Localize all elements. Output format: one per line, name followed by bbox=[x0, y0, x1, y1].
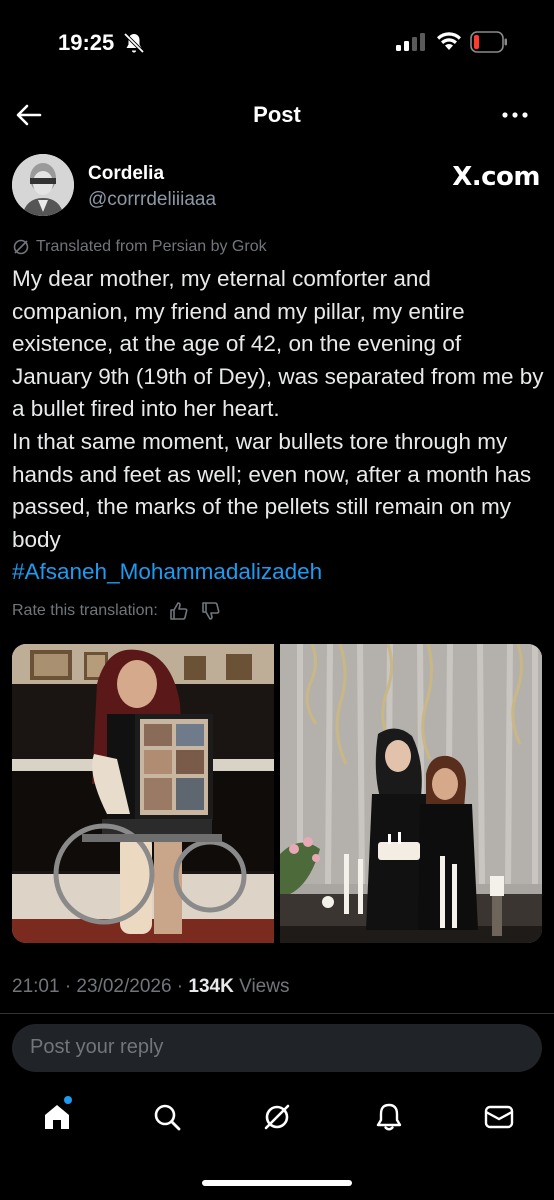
home-icon bbox=[45, 1105, 69, 1129]
post-meta: 21:01 · 23/02/2026 · 134K Views bbox=[12, 976, 289, 998]
reply-box[interactable] bbox=[12, 1024, 542, 1072]
wifi-icon bbox=[437, 32, 461, 50]
photo-mother-daughter-cake[interactable] bbox=[280, 644, 542, 943]
nav-bar: Post bbox=[0, 88, 554, 142]
views-label: Views bbox=[233, 976, 290, 997]
translation-note-text: Translated from Persian by Grok bbox=[36, 238, 267, 255]
thumbs-up-icon[interactable] bbox=[168, 600, 190, 622]
author-name[interactable]: Cordelia bbox=[88, 163, 164, 185]
tab-search[interactable] bbox=[150, 1100, 184, 1134]
grok-icon bbox=[264, 1104, 290, 1130]
status-time: 19:25 bbox=[58, 30, 115, 55]
battery-icon bbox=[470, 31, 507, 53]
tab-home[interactable] bbox=[40, 1100, 74, 1134]
bell-slash-icon bbox=[123, 32, 145, 54]
avatar[interactable] bbox=[12, 154, 74, 216]
divider bbox=[0, 1013, 554, 1014]
hashtag-link[interactable]: #Afsaneh_Mohammadalizadeh bbox=[12, 556, 544, 589]
rate-translation-label: Rate this translation: bbox=[12, 602, 158, 619]
notification-dot bbox=[64, 1096, 72, 1104]
home-indicator bbox=[202, 1180, 352, 1186]
more-options-icon[interactable] bbox=[500, 103, 530, 127]
tab-messages[interactable] bbox=[482, 1100, 516, 1134]
xcom-watermark: X.com bbox=[452, 162, 540, 192]
post-author: Cordelia @corrrdeliiiaaa X.com bbox=[12, 154, 542, 218]
reply-input[interactable] bbox=[30, 1036, 510, 1059]
grok-icon bbox=[13, 239, 29, 255]
signal-icon bbox=[396, 33, 425, 51]
bell-icon bbox=[376, 1103, 402, 1131]
page-title: Post bbox=[253, 102, 301, 127]
tab-grok[interactable] bbox=[260, 1100, 294, 1134]
status-bar: 19:25 bbox=[0, 0, 554, 86]
photo-wheelchair-portrait[interactable] bbox=[12, 644, 274, 943]
thumbs-down-icon[interactable] bbox=[200, 600, 222, 622]
search-icon bbox=[154, 1104, 181, 1131]
mail-icon bbox=[484, 1105, 514, 1129]
post-text: My dear mother, my eternal comforter and… bbox=[12, 263, 544, 589]
post-media bbox=[12, 644, 542, 943]
post-text-content: My dear mother, my eternal comforter and… bbox=[12, 266, 544, 552]
rate-translation: Rate this translation: bbox=[12, 598, 222, 624]
translation-note: Translated from Persian by Grok bbox=[12, 236, 267, 258]
author-handle[interactable]: @corrrdeliiiaaa bbox=[88, 189, 216, 211]
post-timestamp: 21:01 · 23/02/2026 · bbox=[12, 976, 189, 997]
bottom-tab-bar bbox=[0, 1090, 554, 1150]
tab-notifications[interactable] bbox=[372, 1100, 406, 1134]
views-count: 134K bbox=[188, 976, 234, 997]
